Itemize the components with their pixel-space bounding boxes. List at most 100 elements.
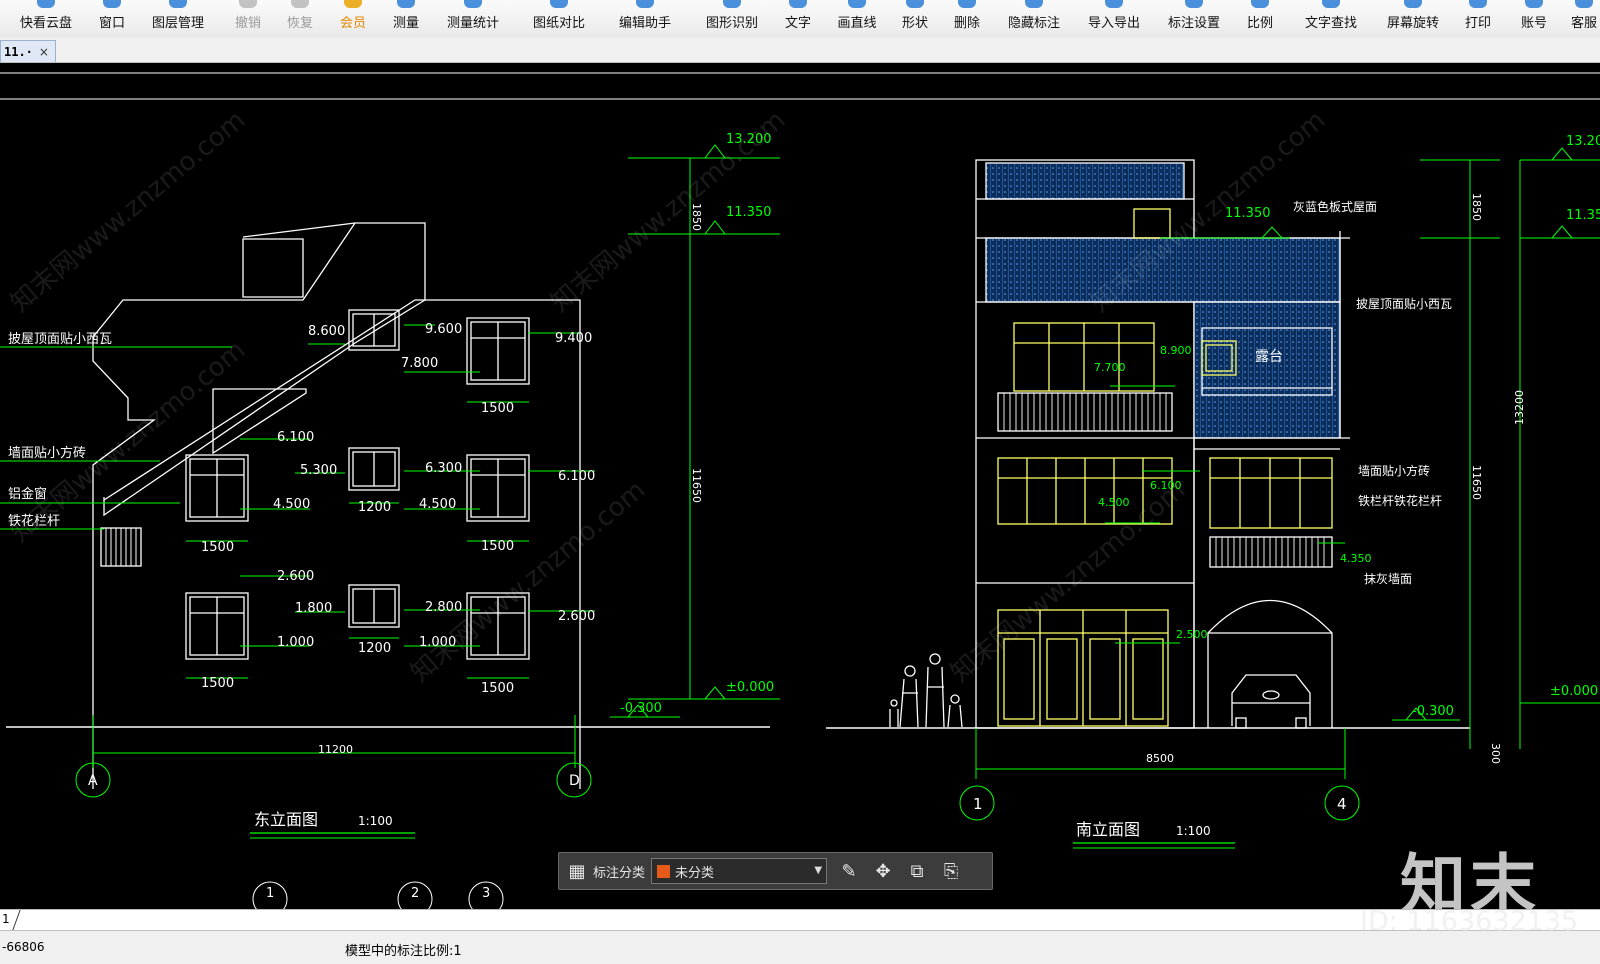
account-icon: [1525, 0, 1543, 8]
east-level-base: -0.300: [620, 701, 662, 716]
east-level-ground: ±0.000: [726, 680, 774, 695]
toolbar-measure-button[interactable]: 测量: [386, 0, 426, 38]
toolbar-annotation-settings-button[interactable]: 标注设置: [1162, 0, 1226, 38]
east-window-width: 1200: [358, 641, 391, 656]
east-elevation-scale: 1:100: [358, 814, 393, 828]
axis-bubble-d: D: [569, 773, 580, 789]
east-level-label: 2.600: [277, 569, 314, 584]
east-level-label: 1.800: [295, 601, 332, 616]
toolbar-scale-button[interactable]: 比例: [1240, 0, 1280, 38]
east-window-width: 1500: [481, 539, 514, 554]
east-elevation-title: 东立面图: [254, 810, 318, 829]
toolbar-edit-assistant-button[interactable]: 编辑助手: [613, 0, 677, 38]
command-text: 1: [2, 912, 10, 926]
east-level-label: 6.100: [277, 430, 314, 445]
print-icon: [1469, 0, 1487, 8]
copy-icon[interactable]: ⧉: [905, 859, 929, 883]
scale-icon: [1251, 0, 1269, 8]
cursor-coordinate: -66806: [2, 940, 45, 954]
toolbar-measure-stats-button[interactable]: 测量统计: [441, 0, 505, 38]
annotation-category-label: 标注分类: [593, 865, 646, 881]
ruler-icon: [397, 0, 415, 8]
support-icon: [1575, 0, 1593, 8]
east-level-label: 9.600: [425, 322, 462, 337]
shape-icon: [906, 0, 924, 8]
south-dim-total: 13200: [1513, 390, 1526, 425]
text-search-icon: [1322, 0, 1340, 8]
east-window-width: 1500: [201, 540, 234, 555]
toolbar-line-button[interactable]: 画直线: [831, 0, 883, 38]
annotation-category-bar: ▦ 标注分类 未分类 ▼ ✎ ✥ ⧉ ⎘: [558, 852, 993, 890]
toolbar-undo-button[interactable]: 撤销: [228, 0, 268, 38]
south-elevation-title: 南立面图: [1076, 820, 1140, 839]
east-level-label: 6.100: [558, 469, 595, 484]
south-floor-label: 2.500: [1176, 628, 1208, 641]
east-level-eave: 11.350: [726, 205, 772, 220]
window-icon: [103, 0, 121, 8]
east-level-label: 5.300: [300, 463, 337, 478]
south-level-ridge: 13.200: [1566, 134, 1600, 149]
east-outline: [92, 222, 581, 789]
east-roof-line: [242, 222, 356, 238]
toolbar-rotate-screen-button[interactable]: 屏幕旋转: [1381, 0, 1445, 38]
east-note-wall: 墙面贴小方砖: [8, 445, 86, 461]
rotate-icon: [1404, 0, 1422, 8]
toolbar-text-search-button[interactable]: 文字查找: [1299, 0, 1363, 38]
tab-document-title: 11.·: [4, 44, 33, 59]
east-dim-height: 11650: [690, 468, 703, 503]
toolbar-delete-button[interactable]: 删除: [947, 0, 987, 38]
tab-document[interactable]: 11.· ×: [0, 40, 56, 62]
east-bottom-axis-labels: 1 2 3: [266, 886, 490, 901]
edit-icon[interactable]: ✎: [837, 859, 861, 883]
toolbar-shape-button[interactable]: 形状: [895, 0, 935, 38]
east-note-roof: 披屋顶面贴小西瓦: [8, 332, 112, 347]
paste-icon[interactable]: ⎘: [939, 859, 963, 883]
toolbar-print-button[interactable]: 打印: [1458, 0, 1498, 38]
south-roof-top: [985, 162, 1185, 200]
chevron-down-icon: ▼: [814, 865, 823, 876]
toolbar-shape-recognition-button[interactable]: 图形识别: [700, 0, 764, 38]
delete-icon: [958, 0, 976, 8]
drawing-canvas[interactable]: 13.200 11.350 ±0.000 -0.300 1850 11650 1…: [0, 63, 1600, 917]
east-window-width: 1200: [358, 500, 391, 515]
document-tab-bar: 11.· ×: [0, 38, 1600, 63]
layers-icon: [169, 0, 187, 8]
toolbar-redo-button[interactable]: 恢复: [280, 0, 320, 38]
toolbar-layer-manager-button[interactable]: 图层管理: [146, 0, 210, 38]
close-icon[interactable]: ×: [39, 45, 49, 59]
toolbar-text-button[interactable]: 文字: [778, 0, 818, 38]
south-dim-part: 11650: [1470, 465, 1483, 500]
grid-icon[interactable]: ▦: [565, 859, 589, 883]
east-dimensions: [0, 144, 780, 798]
south-balcony-3f: [997, 392, 1173, 432]
east-level-label: 4.500: [273, 497, 310, 512]
move-icon[interactable]: ✥: [871, 859, 895, 883]
vip-crown-icon: [344, 0, 362, 8]
east-bottom-axes: [252, 881, 504, 917]
toolbar-import-export-button[interactable]: 导入导出: [1082, 0, 1146, 38]
toolbar-compare-button[interactable]: 图纸对比: [527, 0, 591, 38]
east-roof-gap: [242, 238, 304, 298]
axis-bubble-a: A: [88, 773, 98, 789]
annotation-category-select[interactable]: 未分类 ▼: [651, 858, 828, 884]
south-note-wall: 墙面贴小方砖: [1358, 463, 1430, 478]
toolbar-hide-annotations-button[interactable]: 隐藏标注: [1002, 0, 1066, 38]
annotation-settings-icon: [1185, 0, 1203, 8]
import-export-icon: [1105, 0, 1123, 8]
south-level-base: -0.300: [1412, 704, 1454, 719]
car-icon: [1231, 674, 1311, 729]
toolbar-window-button[interactable]: 窗口: [92, 0, 132, 38]
edit-assistant-icon: [636, 0, 654, 8]
toolbar-support-button[interactable]: 客服: [1564, 0, 1600, 38]
axis-bubble-1: 1: [266, 886, 274, 901]
toolbar-account-button[interactable]: 账号: [1514, 0, 1554, 38]
south-note-roof-top: 灰蓝色板式屋面: [1293, 200, 1377, 214]
axis-bubble-2: 2: [411, 886, 419, 901]
east-level-label: 7.800: [401, 356, 438, 371]
text-icon: [789, 0, 807, 8]
toolbar-cloud-disk-button[interactable]: 快看云盘: [14, 0, 78, 38]
toolbar-vip-button[interactable]: 会员: [333, 0, 373, 38]
east-window-width: 1500: [201, 676, 234, 691]
annotation-scale-status: 模型中的标注比例:1: [345, 944, 462, 959]
recognition-icon: [723, 0, 741, 8]
